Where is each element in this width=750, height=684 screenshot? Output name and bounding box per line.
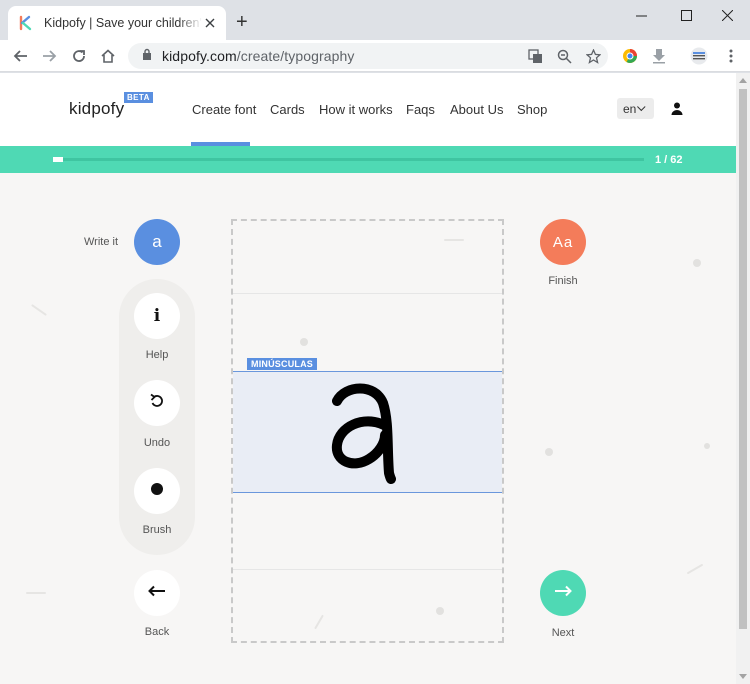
tab-close-icon[interactable]	[202, 16, 218, 31]
brush-size-icon	[150, 482, 164, 501]
progress-fill	[53, 157, 63, 162]
zoom-icon[interactable]	[555, 47, 573, 65]
decorative-mark	[31, 304, 47, 316]
menu-dots-icon[interactable]	[722, 47, 740, 65]
help-label: Help	[145, 349, 169, 361]
target-letter-badge: a	[134, 219, 180, 265]
write-it-label: Write it	[84, 236, 119, 248]
finish-label: Finish	[548, 275, 578, 287]
next-label: Next	[551, 627, 575, 639]
finish-button[interactable]: Aa	[540, 219, 586, 265]
nav-how-it-works[interactable]: How it works	[319, 102, 393, 117]
reload-icon[interactable]	[68, 45, 90, 67]
page-scrollbar[interactable]	[736, 73, 750, 684]
nav-cards[interactable]: Cards	[270, 102, 305, 117]
undo-icon	[149, 393, 165, 414]
profile-avatar-icon[interactable]	[690, 47, 708, 65]
progress-track	[53, 157, 644, 162]
back-arrow-icon[interactable]	[10, 45, 32, 67]
browser-tab[interactable]: Kidpofy | Save your children's drawings	[8, 6, 226, 40]
bookmark-star-icon[interactable]	[584, 47, 602, 65]
finish-glyph: Aa	[552, 233, 574, 251]
url-text: kidpofy.com/create/typography	[162, 48, 355, 64]
decorative-dot	[704, 443, 710, 449]
info-icon: i	[153, 306, 161, 326]
user-icon[interactable]	[671, 102, 683, 115]
page-viewport: kidpofy BETA Create font Cards How it wo…	[0, 73, 736, 684]
scroll-down-arrow-icon[interactable]	[739, 674, 747, 679]
progress-counter: 1 / 62	[655, 154, 683, 166]
decorative-mark	[26, 592, 46, 594]
home-icon[interactable]	[97, 45, 119, 67]
progress-band: 1 / 62	[0, 146, 736, 173]
forward-arrow-icon[interactable]	[38, 45, 60, 67]
minimize-icon[interactable]	[618, 2, 664, 28]
undo-button[interactable]	[134, 380, 180, 426]
new-tab-button[interactable]: +	[236, 12, 248, 32]
site-logo[interactable]: kidpofy	[69, 99, 124, 119]
address-bar[interactable]: kidpofy.com/create/typography	[128, 43, 608, 69]
brush-button[interactable]	[134, 468, 180, 514]
back-button[interactable]	[134, 570, 180, 616]
scrollbar-thumb[interactable]	[739, 89, 747, 629]
nav-create-font[interactable]: Create font	[192, 102, 256, 117]
nav-about-us[interactable]: About Us	[450, 102, 503, 117]
decorative-mark	[686, 563, 704, 575]
chrome-extension-icon[interactable]	[621, 47, 639, 65]
window-close-icon[interactable]	[704, 2, 750, 28]
translate-icon[interactable]	[526, 47, 544, 65]
lock-icon	[142, 47, 152, 65]
browser-toolbar: kidpofy.com/create/typography	[0, 40, 750, 72]
decorative-dot	[545, 448, 553, 456]
next-button[interactable]	[540, 570, 586, 616]
arrow-left-icon	[148, 584, 166, 602]
tab-title: Kidpofy | Save your children's drawings	[44, 16, 202, 30]
site-header: kidpofy BETA Create font Cards How it wo…	[0, 73, 736, 146]
drawing-canvas[interactable]: MINÚSCULAS	[231, 219, 504, 643]
help-button[interactable]: i	[134, 293, 180, 339]
download-icon[interactable]	[650, 47, 668, 65]
beta-badge: BETA	[124, 92, 153, 103]
chevron-down-icon	[637, 102, 646, 111]
back-label: Back	[144, 626, 170, 638]
language-select[interactable]: en	[617, 98, 654, 119]
target-letter: a	[152, 232, 162, 251]
drawn-letter-stroke	[331, 383, 396, 484]
kidpofy-favicon-icon	[18, 15, 34, 31]
undo-label: Undo	[143, 437, 171, 449]
nav-shop[interactable]: Shop	[517, 102, 547, 117]
arrow-right-icon	[554, 584, 572, 602]
nav-faqs[interactable]: Faqs	[406, 102, 435, 117]
brush-label: Brush	[142, 524, 172, 536]
scroll-up-arrow-icon[interactable]	[739, 78, 747, 83]
browser-tab-strip: Kidpofy | Save your children's drawings …	[0, 0, 750, 40]
decorative-dot	[693, 259, 701, 267]
language-value: en	[623, 101, 637, 116]
maximize-icon[interactable]	[663, 2, 709, 28]
